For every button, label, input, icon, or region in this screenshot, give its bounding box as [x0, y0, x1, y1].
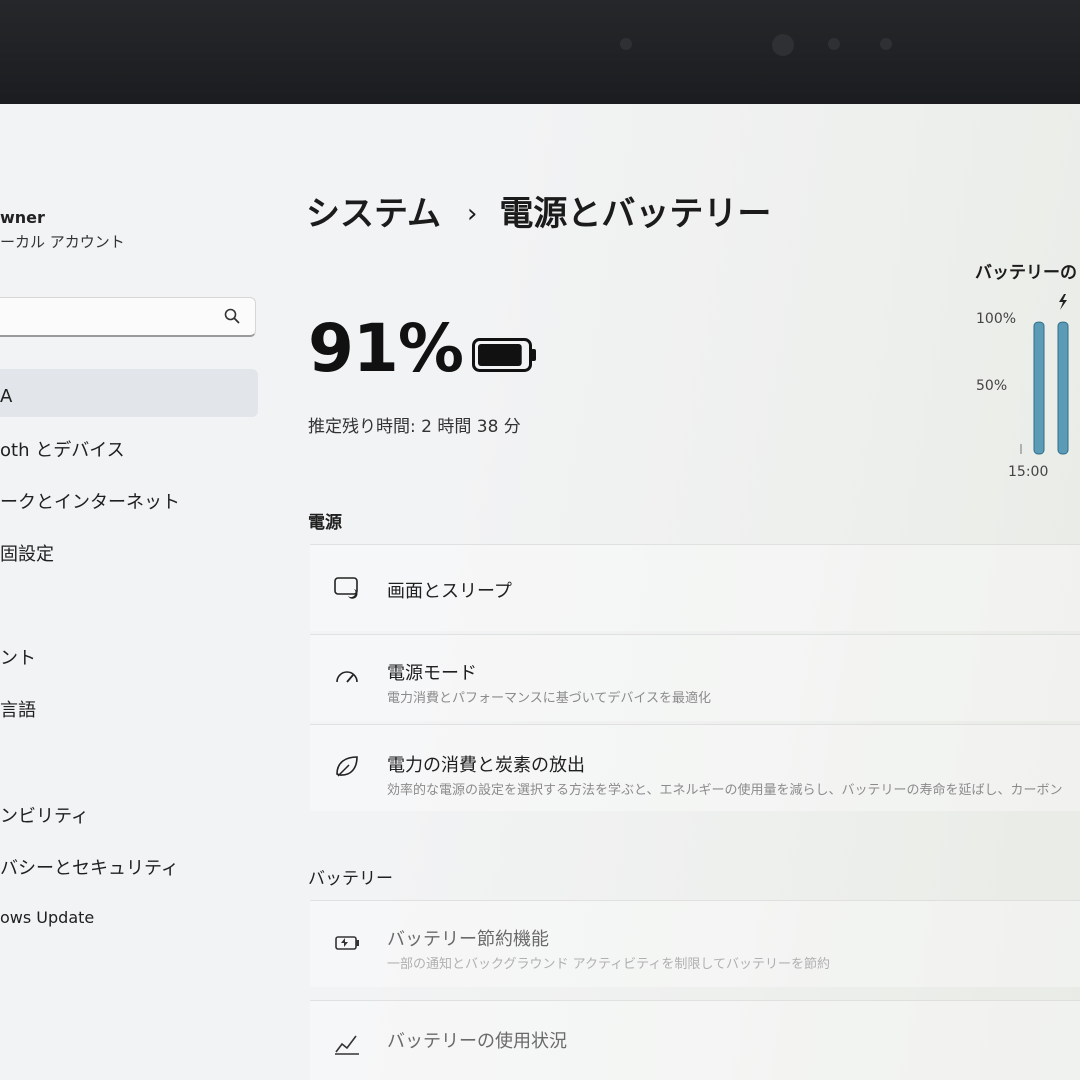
- sidebar-item-personalization[interactable]: 固設定: [0, 540, 54, 566]
- chart-title: バッテリーのレ: [975, 263, 1080, 283]
- sidebar-item-windows-update[interactable]: ows Update: [0, 908, 94, 927]
- setting-title: 電源モード: [387, 663, 477, 684]
- search-input[interactable]: [0, 297, 256, 337]
- battery-level-bar: [1033, 321, 1045, 455]
- power-mode-gauge-icon: [336, 671, 358, 683]
- setting-screen-sleep[interactable]: 画面とスリープ: [310, 544, 1080, 631]
- battery-icon: [472, 338, 536, 372]
- search-icon[interactable]: [223, 307, 241, 325]
- settings-window: wner ーカル アカウント A oth とデバイス ークとインターネット 固設…: [0, 104, 1080, 1080]
- battery-fill: [478, 344, 522, 366]
- webcam-icon: [772, 34, 794, 56]
- setting-description: 電力消費とパフォーマンスに基づいてデバイスを最適化: [387, 691, 711, 706]
- bezel-dot: [828, 38, 840, 50]
- sidebar-item-accessibility[interactable]: ンビリティ: [0, 802, 89, 828]
- section-heading-battery: バッテリー: [308, 869, 393, 889]
- sidebar-item-system[interactable]: A: [0, 386, 12, 407]
- bezel-dot: [880, 38, 892, 50]
- setting-title: 電力の消費と炭素の放出: [387, 755, 585, 776]
- setting-title: バッテリー節約機能: [387, 929, 549, 950]
- usage-chart-icon: [335, 1035, 359, 1055]
- setting-power-carbon[interactable]: 電力の消費と炭素の放出 効率的な電源の設定を選択する方法を学ぶと、エネルギーの使…: [310, 724, 1080, 811]
- setting-battery-saver[interactable]: バッテリー節約機能 一部の通知とバックグラウンド アクティビティを制限してバッテ…: [310, 900, 1080, 987]
- bezel-dot: [620, 38, 632, 50]
- sidebar-item-accounts[interactable]: ント: [0, 644, 36, 670]
- estimated-time-remaining: 推定残り時間: 2 時間 38 分: [308, 417, 521, 437]
- setting-title: 画面とスリープ: [387, 581, 512, 602]
- breadcrumb-separator: ›: [466, 199, 478, 229]
- setting-description: 効率的な電源の設定を選択する方法を学ぶと、エネルギーの使用量を減らし、バッテリー…: [387, 783, 1063, 798]
- leaf-icon: [336, 756, 358, 777]
- monitor-bezel: [0, 0, 1080, 108]
- breadcrumb-parent[interactable]: システム: [306, 194, 441, 234]
- setting-power-mode[interactable]: 電源モード 電力消費とパフォーマンスに基づいてデバイスを最適化: [310, 634, 1080, 721]
- sidebar-item-bluetooth-devices[interactable]: oth とデバイス: [0, 436, 125, 462]
- y-tick-label: 50%: [976, 378, 1008, 394]
- battery-level-chart: [1020, 294, 1069, 455]
- setting-title: バッテリーの使用状況: [387, 1031, 567, 1052]
- account-name: wner: [0, 208, 45, 227]
- lightning-icon: [1059, 294, 1067, 310]
- battery-level-bar: [1057, 321, 1069, 455]
- battery-saver-icon: [335, 936, 359, 950]
- setting-description: 一部の通知とバックグラウンド アクティビティを制限してバッテリーを節約: [387, 957, 831, 972]
- page-title: 電源とバッテリー: [499, 194, 772, 234]
- sidebar-item-system-selected[interactable]: [0, 369, 258, 417]
- sidebar-item-network-internet[interactable]: ークとインターネット: [0, 488, 180, 514]
- screen-sleep-icon: [334, 577, 358, 599]
- battery-percentage: 91%: [308, 310, 464, 387]
- y-tick-label: 100%: [976, 311, 1017, 327]
- account-type: ーカル アカウント: [0, 233, 125, 251]
- breadcrumb: システム › 電源とバッテリー: [306, 186, 771, 235]
- sidebar-item-time-language[interactable]: 言語: [0, 696, 36, 722]
- setting-battery-usage[interactable]: バッテリーの使用状況: [310, 1000, 1080, 1080]
- sidebar-item-privacy-security[interactable]: バシーとセキュリティ: [0, 854, 179, 880]
- x-tick-label: 15:00: [1008, 464, 1049, 480]
- section-heading-power: 電源: [308, 513, 342, 533]
